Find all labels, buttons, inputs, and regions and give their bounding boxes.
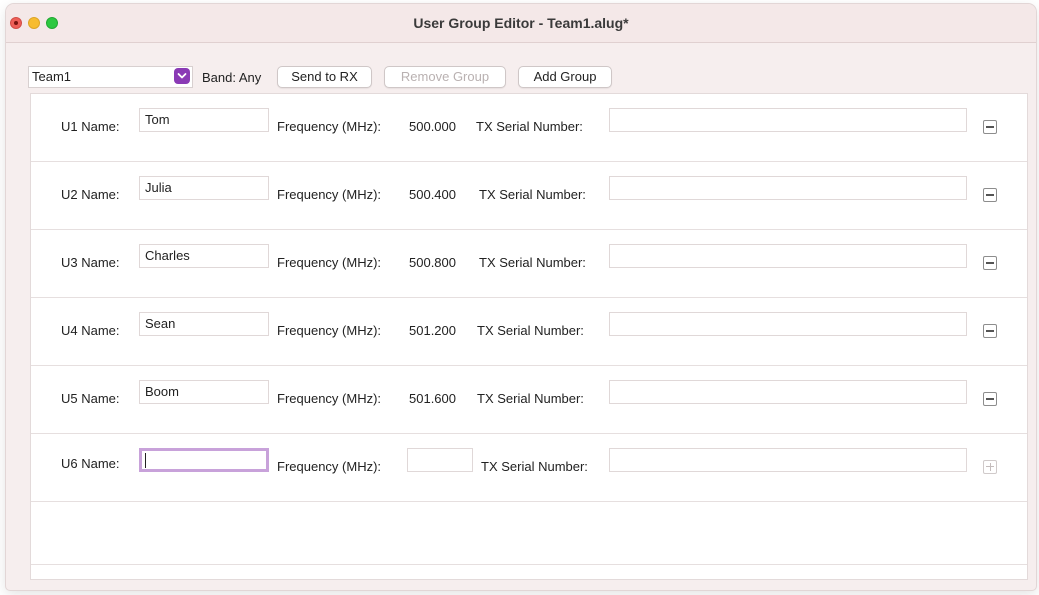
frequency-label: Frequency (MHz):	[277, 391, 382, 406]
title-bar: User Group Editor - Team1.alug*	[6, 4, 1036, 43]
serial-field[interactable]	[609, 448, 967, 472]
frequency-value: 501.600	[409, 391, 456, 406]
serial-label: TX Serial Number:	[477, 391, 584, 406]
toolbar: Team1 Band: Any Send to RX Remove Group …	[6, 62, 1036, 90]
user-label: U4 Name:	[61, 323, 120, 338]
frequency-value: 500.800	[409, 255, 456, 270]
serial-label: TX Serial Number:	[476, 119, 583, 134]
text-caret	[145, 453, 146, 469]
remove-group-button[interactable]: Remove Group	[384, 66, 506, 88]
serial-label: TX Serial Number:	[481, 459, 588, 474]
name-field[interactable]	[139, 448, 269, 472]
add-group-button[interactable]: Add Group	[518, 66, 612, 88]
serial-label: TX Serial Number:	[479, 255, 586, 270]
frequency-label: Frequency (MHz):	[277, 459, 382, 474]
user-label: U2 Name:	[61, 187, 120, 202]
name-field[interactable]: Boom	[139, 380, 269, 404]
user-label: U6 Name:	[61, 456, 120, 471]
send-to-rx-button[interactable]: Send to RX	[277, 66, 372, 88]
plus-icon[interactable]	[983, 460, 997, 474]
user-list-panel: U1 Name: Tom Frequency (MHz): 500.000 TX…	[30, 93, 1028, 580]
user-row-2: U2 Name: Julia Frequency (MHz): 500.400 …	[31, 162, 1027, 230]
user-group-editor-window: User Group Editor - Team1.alug* Team1 Ba…	[6, 4, 1036, 590]
minus-icon[interactable]	[983, 324, 997, 338]
frequency-value: 500.000	[409, 119, 456, 134]
frequency-label: Frequency (MHz):	[277, 323, 382, 338]
panel-footer-divider	[31, 564, 1027, 565]
frequency-label: Frequency (MHz):	[277, 255, 382, 270]
minus-icon[interactable]	[983, 256, 997, 270]
frequency-label: Frequency (MHz):	[277, 119, 382, 134]
user-row-5: U5 Name: Boom Frequency (MHz): 501.600 T…	[31, 366, 1027, 434]
minus-icon[interactable]	[983, 392, 997, 406]
user-row-4: U4 Name: Sean Frequency (MHz): 501.200 T…	[31, 298, 1027, 366]
name-field[interactable]: Charles	[139, 244, 269, 268]
frequency-value: 501.200	[409, 323, 456, 338]
minus-icon[interactable]	[983, 188, 997, 202]
name-field[interactable]: Sean	[139, 312, 269, 336]
minus-icon[interactable]	[983, 120, 997, 134]
user-label: U5 Name:	[61, 391, 120, 406]
user-row-1: U1 Name: Tom Frequency (MHz): 500.000 TX…	[31, 94, 1027, 162]
group-select[interactable]: Team1	[28, 66, 193, 88]
frequency-field[interactable]	[407, 448, 473, 472]
frequency-value: 500.400	[409, 187, 456, 202]
name-field[interactable]: Julia	[139, 176, 269, 200]
serial-field[interactable]	[609, 108, 967, 132]
group-select-value: Team1	[32, 69, 72, 84]
user-row-3: U3 Name: Charles Frequency (MHz): 500.80…	[31, 230, 1027, 298]
frequency-label: Frequency (MHz):	[277, 187, 382, 202]
user-row-6: U6 Name: Frequency (MHz): TX Serial Numb…	[31, 434, 1027, 502]
band-label: Band: Any	[202, 70, 262, 85]
serial-label: TX Serial Number:	[477, 323, 584, 338]
user-label: U3 Name:	[61, 255, 120, 270]
serial-field[interactable]	[609, 244, 967, 268]
chevron-down-icon[interactable]	[174, 68, 190, 84]
serial-field[interactable]	[609, 312, 967, 336]
user-label: U1 Name:	[61, 119, 120, 134]
serial-field[interactable]	[609, 176, 967, 200]
serial-field[interactable]	[609, 380, 967, 404]
serial-label: TX Serial Number:	[479, 187, 586, 202]
window-title: User Group Editor - Team1.alug*	[413, 15, 629, 31]
name-field[interactable]: Tom	[139, 108, 269, 132]
